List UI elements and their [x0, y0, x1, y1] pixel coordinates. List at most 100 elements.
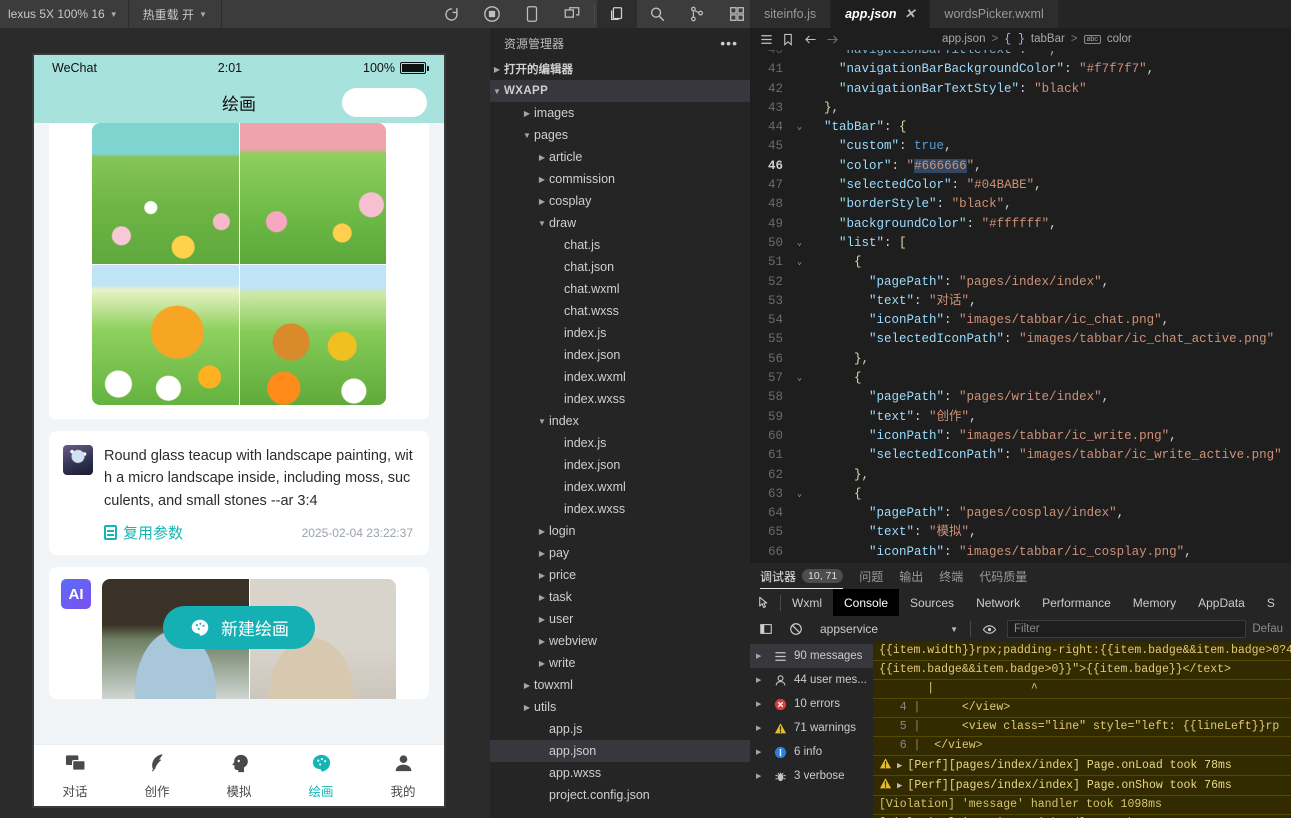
code-line[interactable]: 44 ⌄ "tabBar": {	[750, 118, 1291, 137]
fold-chevron-icon[interactable]: ⌄	[792, 485, 807, 504]
console-sidebar-item-0[interactable]: ▶ 90 messages	[750, 644, 873, 668]
devtools-tab-network[interactable]: Network	[965, 589, 1031, 616]
editor-tab-siteinfo-js[interactable]: siteinfo.js	[750, 0, 832, 28]
tabbar-item-cosplay[interactable]: 模拟	[198, 752, 280, 800]
tree-item-chat-js[interactable]: chat.js	[490, 234, 750, 256]
chevron-right-icon[interactable]	[520, 109, 534, 118]
chevron-right-icon[interactable]	[520, 681, 534, 690]
multi-window-icon[interactable]	[552, 0, 592, 28]
code-line[interactable]: 64 "pagePath": "pages/cosplay/index",	[750, 504, 1291, 523]
reuse-params-button[interactable]: 复用参数	[104, 522, 183, 543]
console-sidebar-item-2[interactable]: ▶ 10 errors	[750, 692, 873, 716]
tabbar-item-draw[interactable]: 绘画	[280, 752, 362, 800]
code-line[interactable]: 62 },	[750, 466, 1291, 485]
code-line[interactable]: 54 "iconPath": "images/tabbar/ic_chat.pn…	[750, 311, 1291, 330]
tree-item-index[interactable]: index	[490, 410, 750, 432]
refresh-icon[interactable]	[432, 0, 472, 28]
fold-chevron-icon[interactable]: ⌄	[792, 234, 807, 253]
tree-item-images[interactable]: images	[490, 102, 750, 124]
console-message-row[interactable]: [Violation] 'message' handler took 1098m…	[873, 796, 1291, 815]
code-line[interactable]: 58 "pagePath": "pages/write/index",	[750, 388, 1291, 407]
phone-icon[interactable]	[512, 0, 552, 28]
panel-tab-2[interactable]: 输出	[899, 563, 923, 589]
nav-back-icon[interactable]	[802, 33, 818, 46]
chevron-right-icon[interactable]	[535, 197, 549, 206]
code-line[interactable]: 57 ⌄ {	[750, 369, 1291, 388]
clear-console-icon[interactable]	[784, 622, 808, 636]
tree-item-user[interactable]: user	[490, 608, 750, 630]
editor-tab-app-json[interactable]: app.json ✕	[831, 0, 931, 28]
search-icon[interactable]	[637, 0, 677, 28]
tree-item-index-wxml[interactable]: index.wxml	[490, 366, 750, 388]
tree-item-pages[interactable]: pages	[490, 124, 750, 146]
code-line[interactable]: 49 "backgroundColor": "#ffffff",	[750, 215, 1291, 234]
wechat-capsule-buttons[interactable]	[342, 88, 427, 117]
tree-item-index-js[interactable]: index.js	[490, 322, 750, 344]
new-draw-button[interactable]: 新建绘画	[163, 606, 315, 649]
tree-item-app-js[interactable]: app.js	[490, 718, 750, 740]
chevron-right-icon[interactable]	[535, 153, 549, 162]
chevron-down-icon[interactable]	[520, 131, 534, 140]
tree-item-app-wxss[interactable]: app.wxss	[490, 762, 750, 784]
console-sidebar-item-4[interactable]: ▶ 6 info	[750, 740, 873, 764]
tree-item-task[interactable]: task	[490, 586, 750, 608]
tree-item-draw[interactable]: draw	[490, 212, 750, 234]
chevron-right-icon[interactable]	[490, 65, 504, 74]
tree-item-wxapp[interactable]: WXAPP	[490, 80, 750, 102]
chevron-right-icon[interactable]: ▶	[756, 748, 766, 756]
chevron-right-icon[interactable]	[520, 703, 534, 712]
console-message-row[interactable]: | ^	[873, 680, 1291, 699]
tabbar-item-write[interactable]: 创作	[116, 752, 198, 800]
close-icon[interactable]: ✕	[905, 6, 916, 22]
devtools-tab-memory[interactable]: Memory	[1122, 589, 1187, 616]
file-tree[interactable]: 打开的编辑器 WXAPP images pages article commission c…	[490, 58, 750, 806]
console-message-row[interactable]: 6 | </view>	[873, 737, 1291, 756]
console-sidebar-item-1[interactable]: ▶ 44 user mes...	[750, 668, 873, 692]
chevron-right-icon[interactable]	[535, 615, 549, 624]
code-line[interactable]: 65 "text": "模拟",	[750, 523, 1291, 542]
inspect-element-icon[interactable]	[750, 596, 780, 610]
tree-item-chat-json[interactable]: chat.json	[490, 256, 750, 278]
code-line[interactable]: 59 "text": "创作",	[750, 408, 1291, 427]
code-line[interactable]: 61 "selectedIconPath": "images/tabbar/ic…	[750, 446, 1291, 465]
chevron-right-icon[interactable]	[535, 659, 549, 668]
tree-item-commission[interactable]: commission	[490, 168, 750, 190]
code-line[interactable]: 50 ⌄ "list": [	[750, 234, 1291, 253]
simulator-device-selector[interactable]: lexus 5X 100% 16 ▼	[0, 0, 129, 28]
tabbar-item-mine[interactable]: 我的	[362, 752, 444, 800]
tree-item-index-json[interactable]: index.json	[490, 454, 750, 476]
eye-icon[interactable]	[977, 623, 1001, 636]
fold-chevron-icon[interactable]: ⌄	[792, 369, 807, 388]
code-line[interactable]: 60 "iconPath": "images/tabbar/ic_write.p…	[750, 427, 1291, 446]
tree-item-project-config-json[interactable]: project.config.json	[490, 784, 750, 806]
tree-item-app-json[interactable]: app.json	[490, 740, 750, 762]
code-line[interactable]: 52 "pagePath": "pages/index/index",	[750, 273, 1291, 292]
code-line[interactable]: 47 "selectedColor": "#04BABE",	[750, 176, 1291, 195]
generated-image-2[interactable]	[239, 123, 386, 264]
explorer-more-icon[interactable]: •••	[720, 35, 738, 51]
fold-chevron-icon[interactable]: ⌄	[792, 118, 807, 137]
chevron-right-icon[interactable]: ▶	[756, 652, 766, 660]
code-line[interactable]: 45 "custom": true,	[750, 137, 1291, 156]
chevron-right-icon[interactable]: ▶	[756, 724, 766, 732]
code-line[interactable]: 51 ⌄ {	[750, 253, 1291, 272]
console-message-row[interactable]: 5 | <view class="line" style="left: {{li…	[873, 718, 1291, 737]
tree-item-price[interactable]: price	[490, 564, 750, 586]
tree-item--[interactable]: 打开的编辑器	[490, 58, 750, 80]
tree-item-index-wxml[interactable]: index.wxml	[490, 476, 750, 498]
copy-icon[interactable]	[596, 0, 637, 28]
devtools-tab-appdata[interactable]: AppData	[1187, 589, 1256, 616]
chevron-down-icon[interactable]	[535, 417, 549, 426]
chevron-right-icon[interactable]	[535, 571, 549, 580]
chevron-right-icon[interactable]	[535, 527, 549, 536]
panel-tabstrip[interactable]: 调试器 10, 71 问题 输出 终端 代码质量	[750, 563, 1291, 589]
chevron-right-icon[interactable]: ▶	[756, 700, 766, 708]
console-sidebar-item-5[interactable]: ▶ 3 verbose	[750, 764, 873, 788]
tabbar-item-chat[interactable]: 对话	[34, 752, 116, 800]
code-line[interactable]: 66 "iconPath": "images/tabbar/ic_cosplay…	[750, 543, 1291, 562]
devtools-tab-console[interactable]: Console	[833, 589, 900, 616]
console-filter-input[interactable]: Filter	[1007, 620, 1247, 638]
generated-image-grid[interactable]	[92, 123, 386, 405]
log-levels-selector[interactable]: Defau	[1252, 623, 1287, 635]
panel-tab-3[interactable]: 终端	[939, 563, 963, 589]
